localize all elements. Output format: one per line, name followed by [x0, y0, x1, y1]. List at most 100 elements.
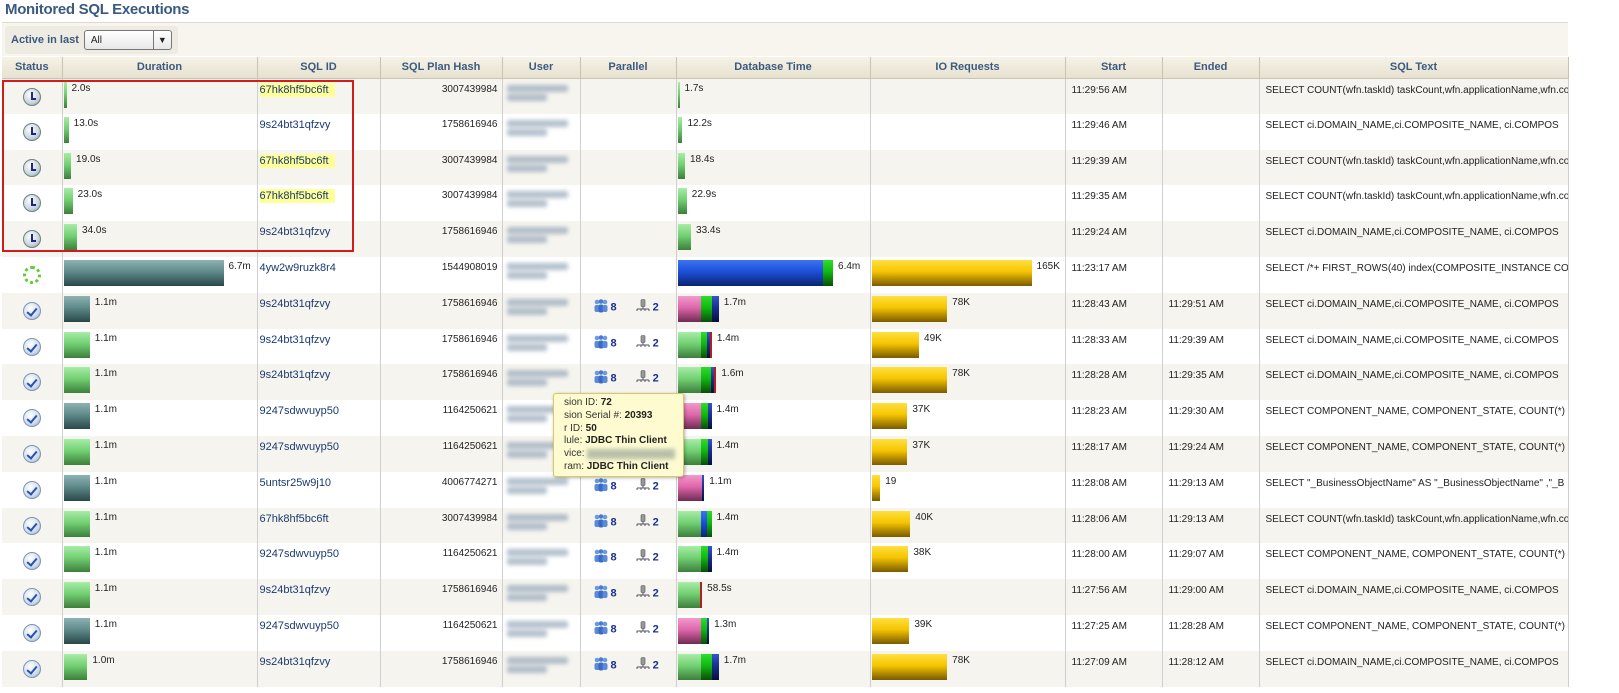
- sql-id-link[interactable]: 9247sdwvuyp50: [260, 548, 340, 560]
- table-row[interactable]: 1.1m 9s24bt31qfzvy 1758616946 8 2 58.5s 11:27:…: [2, 579, 1569, 615]
- sql-id-link[interactable]: 9s24bt31qfzvy: [260, 584, 331, 596]
- parallel-cell: [580, 185, 677, 222]
- column-header-parallel[interactable]: Parallel: [580, 57, 677, 79]
- duration-bar: [63, 152, 72, 179]
- parallel-instances[interactable]: 2: [635, 370, 659, 387]
- table-row[interactable]: 13.0s 9s24bt31qfzvy 1758616946 12.2s 11:29:4…: [2, 113, 1569, 150]
- sql-id-link[interactable]: 9247sdwvuyp50: [260, 405, 340, 417]
- column-header-database-time[interactable]: Database Time: [676, 57, 871, 79]
- duration-label: 6.7m: [228, 260, 251, 272]
- table-row[interactable]: 6.7m 4yw2w9ruzk8r4 1544908019 6.4m 165K 11:23…: [2, 256, 1569, 293]
- user-blurred: [506, 583, 575, 609]
- start-cell: 11:28:33 AM: [1065, 328, 1163, 365]
- parallel-servers[interactable]: 8: [593, 585, 617, 602]
- chevron-down-icon[interactable]: ▼: [152, 31, 171, 49]
- database-time-bar: [677, 617, 710, 644]
- table-row[interactable]: 1.1m 9s24bt31qfzvy 1758616946 8 2 1.6m 78K 11:2…: [2, 364, 1569, 401]
- duration-bar: [63, 116, 69, 143]
- parallel-instances[interactable]: 2: [635, 477, 659, 495]
- table-row[interactable]: 1.1m 9247sdwvuyp50 1164250621 8 2 1.3m 39K 11:2…: [2, 614, 1569, 651]
- sql-id-link[interactable]: 67hk8hf5bc6ft: [259, 153, 335, 168]
- column-header-duration[interactable]: Duration: [62, 57, 258, 79]
- column-header-user[interactable]: User: [502, 57, 581, 79]
- database-time-bar-container: 33.4s: [677, 221, 870, 256]
- database-time-bar: [677, 259, 834, 286]
- column-header-io-requests[interactable]: IO Requests: [870, 57, 1066, 79]
- checkmark-done-icon: [22, 409, 41, 428]
- sql-id-link[interactable]: 5untsr25w9j10: [260, 477, 332, 489]
- parallel-servers[interactable]: 8: [593, 656, 617, 674]
- start-cell: 11:29:35 AM: [1065, 185, 1163, 222]
- parallel-instances[interactable]: 2: [635, 298, 659, 316]
- column-header-ended[interactable]: Ended: [1162, 57, 1260, 79]
- io-bar-container: 38K: [871, 543, 1065, 578]
- parallel-instances[interactable]: 2: [635, 334, 659, 352]
- io-requests-bar: [871, 259, 1032, 286]
- column-header-sql-id[interactable]: SQL ID: [257, 57, 381, 79]
- database-time-label: 1.4m: [716, 511, 739, 523]
- plan-hash-cell: 3007439984: [380, 78, 503, 114]
- database-time-bar-container: 1.3m: [677, 615, 870, 650]
- parallel-instances-count: 2: [652, 659, 659, 672]
- sql-id-link[interactable]: 9s24bt31qfzvy: [260, 298, 331, 310]
- sql-id-link[interactable]: 67hk8hf5bc6ft: [260, 513, 329, 525]
- parallel-instances[interactable]: 2: [635, 656, 659, 674]
- sql-id-link[interactable]: 9s24bt31qfzvy: [260, 656, 331, 668]
- table-row[interactable]: 1.0m 9s24bt31qfzvy 1758616946 8 2 1.7m 78K 11:2…: [2, 650, 1569, 687]
- ended-cell: [1162, 78, 1260, 114]
- sql-text-cell: SELECT COUNT(wfn.taskId) taskCount,wfn.a…: [1259, 149, 1569, 186]
- io-bar-container: 37K: [871, 400, 1065, 435]
- table-row[interactable]: 34.0s 9s24bt31qfzvy 1758616946 33.4s 11:29:2…: [2, 221, 1569, 257]
- table-row[interactable]: 23.0s 67hk8hf5bc6ft 3007439984 22.9s 11:29:3…: [2, 185, 1569, 222]
- plan-hash-cell: 3007439984: [380, 185, 503, 222]
- parallel-servers[interactable]: 8: [593, 513, 617, 531]
- sql-id-link[interactable]: 9s24bt31qfzvy: [260, 369, 331, 381]
- parallel-servers[interactable]: 8: [593, 298, 617, 316]
- parallel-servers[interactable]: 8: [593, 334, 617, 352]
- io-bar-container: 165K: [871, 257, 1065, 292]
- column-header-sql-plan-hash[interactable]: SQL Plan Hash: [380, 57, 503, 79]
- table-row[interactable]: 1.1m9247sdwvuyp501164250621821.4m37K11:2…: [2, 400, 1569, 436]
- user-cell: [502, 256, 581, 293]
- column-header-status[interactable]: Status: [2, 57, 63, 79]
- sql-id-link[interactable]: 4yw2w9ruzk8r4: [260, 262, 336, 274]
- table-row[interactable]: 1.1m 9247sdwvuyp50 1164250621 8 2 1.4m 38K 11:2…: [2, 543, 1569, 580]
- parallel-servers[interactable]: 8: [593, 477, 617, 495]
- sql-id-link[interactable]: 9247sdwvuyp50: [260, 441, 340, 453]
- table-row[interactable]: 2.0s 67hk8hf5bc6ft 3007439984 1.7s 11:29:56 …: [2, 78, 1569, 114]
- sql-id-link[interactable]: 9s24bt31qfzvy: [260, 334, 331, 346]
- parallel-instances[interactable]: 2: [635, 621, 659, 638]
- duration-label: 1.1m: [94, 547, 117, 559]
- sql-id-cell: 9247sdwvuyp50: [257, 543, 381, 580]
- parallel-servers-count: 8: [610, 623, 617, 636]
- plan-hash-cell: 1758616946: [380, 650, 503, 687]
- sql-id-link[interactable]: 9s24bt31qfzvy: [260, 226, 331, 238]
- parallel-servers[interactable]: 8: [593, 621, 617, 638]
- user-blurred: [506, 547, 575, 573]
- sql-id-link[interactable]: 9247sdwvuyp50: [260, 620, 340, 632]
- table-row[interactable]: 1.1m 9s24bt31qfzvy 1758616946 8 2 1.7m 78K 11:2…: [2, 292, 1569, 329]
- sql-id-link[interactable]: 67hk8hf5bc6ft: [259, 82, 335, 97]
- parallel-instances[interactable]: 2: [635, 549, 659, 566]
- parallel-servers[interactable]: 8: [593, 549, 617, 566]
- sql-text-cell: SELECT ci.DOMAIN_NAME,ci.COMPOSITE_NAME,…: [1259, 292, 1569, 329]
- table-row[interactable]: 1.1m 67hk8hf5bc6ft 3007439984 8 2 1.4m 40K 11:2…: [2, 507, 1569, 544]
- parallel-cell: 82: [580, 579, 677, 615]
- column-header-start[interactable]: Start: [1065, 57, 1163, 79]
- parallel-instances[interactable]: 2: [635, 585, 659, 602]
- sql-id-link[interactable]: 67hk8hf5bc6ft: [259, 189, 335, 204]
- sql-id-link[interactable]: 9s24bt31qfzvy: [260, 119, 331, 131]
- table-row[interactable]: 1.1m 9s24bt31qfzvy 1758616946 8 2 1.4m 49K 11:2…: [2, 328, 1569, 365]
- table-row[interactable]: 19.0s 67hk8hf5bc6ft 3007439984 18.4s 11:29:3…: [2, 149, 1569, 186]
- parallel-servers[interactable]: 8: [593, 370, 617, 387]
- active-in-last-select[interactable]: All ▼: [83, 30, 172, 50]
- parallel-cell: [580, 78, 677, 114]
- column-header-sql-text[interactable]: SQL Text: [1259, 57, 1569, 79]
- parallel-instances[interactable]: 2: [635, 513, 659, 531]
- parallel-cell: 82: [580, 543, 677, 580]
- spinner-running-icon: [22, 265, 41, 284]
- table-row[interactable]: 1.1m9247sdwvuyp501164250621821.4m37K11:2…: [2, 435, 1569, 472]
- sql-id-cell: 9247sdwvuyp50: [257, 435, 381, 472]
- user-cell: [502, 614, 581, 651]
- table-row[interactable]: 1.1m 5untsr25w9j10 4006774271 8 2 1.1m 19 11:28…: [2, 471, 1569, 508]
